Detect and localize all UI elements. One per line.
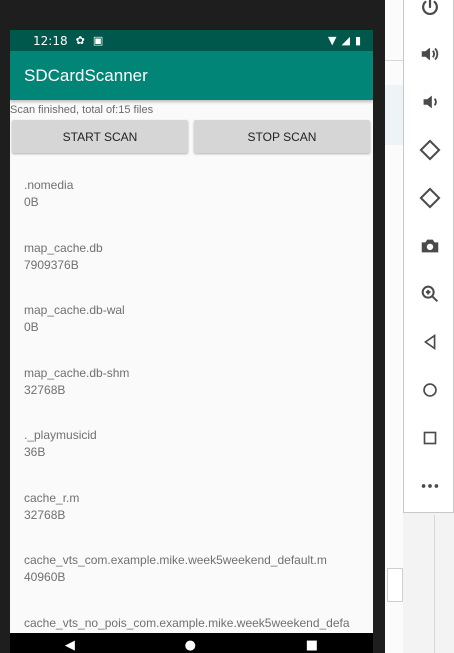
list-item[interactable]: cache_r.m 32768B [10,476,373,539]
file-name: map_cache.db-wal [24,303,125,318]
file-size: 0B [24,195,39,210]
stop-scan-button[interactable]: STOP SCAN [194,120,370,153]
nav-home-icon[interactable]: ● [185,638,196,653]
list-item[interactable]: cache_vts_com.example.mike.week5weekend_… [10,538,373,601]
file-list[interactable]: .nomedia 0B map_cache.db 7909376B map_ca… [10,163,373,653]
file-name: map_cache.db-shm [24,365,130,380]
app-title: SDCardScanner [24,65,148,85]
background-panel [385,85,403,145]
file-size: 0B [24,320,39,335]
list-item[interactable]: ._playmusicid 36B [10,413,373,476]
navigation-bar: ◀ ● ■ [10,633,373,653]
button-row: START SCAN STOP SCAN [10,120,373,153]
rotate-left-icon[interactable] [404,132,454,168]
list-item[interactable]: map_cache.db-wal 0B [10,288,373,351]
rotate-right-icon[interactable] [404,180,454,216]
more-icon[interactable] [404,468,454,504]
settings-gear-icon: ✿ [75,34,85,47]
file-size: 32768B [24,507,66,522]
file-name: cache_r.m [24,490,80,505]
file-size: 7909376B [24,257,79,272]
battery-icon: ▮ [354,34,361,47]
file-name: map_cache.db [24,240,103,255]
file-size: 40960B [24,570,66,585]
status-time: 12:18 [33,33,68,48]
emulator-toolbar [403,0,454,513]
scan-status-text: Scan finished, total of:15 files [10,104,154,116]
status-bar: 12:18 ✿ ▣ ▼ ◢ ▮ [10,30,373,51]
list-item[interactable]: map_cache.db 7909376B [10,226,373,289]
home-icon[interactable] [404,372,454,408]
list-item[interactable]: .nomedia 0B [10,163,373,226]
volume-up-icon[interactable] [404,36,454,72]
file-name: .nomedia [24,178,74,193]
background-divider [385,60,403,61]
file-name: cache_vts_no_pois_com.example.mike.week5… [24,615,350,630]
nav-recents-icon[interactable]: ■ [306,638,318,653]
app-bar: SDCardScanner [10,51,373,100]
file-size: 36B [24,445,46,460]
background-divider [434,515,435,653]
volume-down-icon[interactable] [404,84,454,120]
device-screen: 12:18 ✿ ▣ ▼ ◢ ▮ SDCardScanner Scan finis… [10,30,373,653]
file-name: cache_vts_com.example.mike.week5weekend_… [24,553,327,568]
background-panel [387,568,403,602]
list-item[interactable]: map_cache.db-shm 32768B [10,351,373,414]
wifi-icon: ▼ [328,34,337,47]
nav-back-icon[interactable]: ◀ [65,638,75,653]
zoom-icon[interactable] [404,276,454,312]
power-icon[interactable] [404,0,454,25]
file-name: ._playmusicid [24,428,97,443]
file-size: 32768B [24,382,66,397]
signal-icon: ◢ [341,34,350,47]
camera-icon[interactable] [404,228,454,264]
notification-a-icon: ▣ [92,34,104,47]
start-scan-button[interactable]: START SCAN [12,120,188,153]
back-icon[interactable] [404,324,454,360]
emulator-device-frame: 12:18 ✿ ▣ ▼ ◢ ▮ SDCardScanner Scan finis… [0,0,385,653]
overview-icon[interactable] [404,420,454,456]
